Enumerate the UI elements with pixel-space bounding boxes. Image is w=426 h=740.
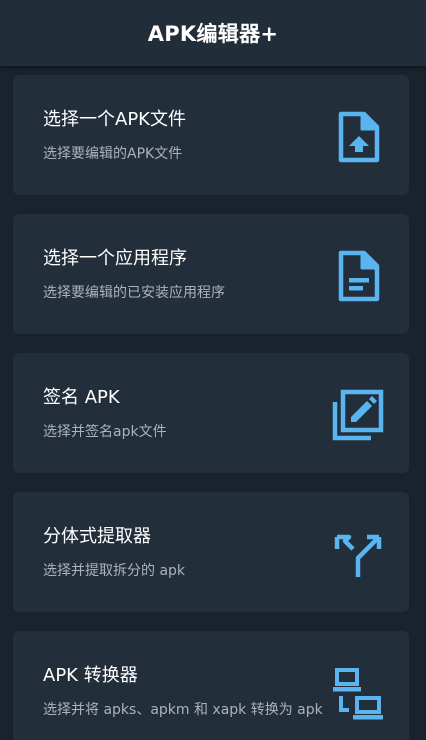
card-title: 选择一个应用程序 [43, 248, 187, 269]
split-extractor-card[interactable]: 分体式提取器 选择并提取拆分的 apk [13, 492, 409, 612]
card-subtitle: 选择要编辑的已安装应用程序 [43, 285, 225, 301]
convert-network-icon [331, 666, 385, 720]
app-bar: APK编辑器+ [0, 0, 426, 66]
file-upload-icon [331, 110, 385, 164]
card-title: 选择一个APK文件 [43, 109, 186, 130]
card-subtitle: 选择并提取拆分的 apk [43, 563, 186, 579]
sign-apk-card[interactable]: 签名 APK 选择并签名apk文件 [13, 353, 409, 473]
card-subtitle: 选择并签名apk文件 [43, 424, 167, 440]
card-subtitle: 选择并将 apks、apkm 和 xapk 转换为 apk [43, 702, 323, 718]
apk-converter-card[interactable]: APK 转换器 选择并将 apks、apkm 和 xapk 转换为 apk [13, 631, 409, 740]
card-subtitle: 选择要编辑的APK文件 [43, 146, 183, 162]
card-title: 分体式提取器 [43, 526, 151, 547]
edit-sign-icon [331, 388, 385, 442]
card-title: 签名 APK [43, 387, 120, 408]
call-split-icon [331, 527, 385, 581]
action-list: 选择一个APK文件 选择要编辑的APK文件 选择一个应用程序 选择要编辑的已安装… [0, 66, 426, 740]
app-title: APK编辑器+ [147, 22, 279, 46]
card-title: APK 转换器 [43, 665, 138, 686]
document-icon [331, 249, 385, 303]
select-apk-file-card[interactable]: 选择一个APK文件 选择要编辑的APK文件 [13, 75, 409, 195]
select-app-card[interactable]: 选择一个应用程序 选择要编辑的已安装应用程序 [13, 214, 409, 334]
